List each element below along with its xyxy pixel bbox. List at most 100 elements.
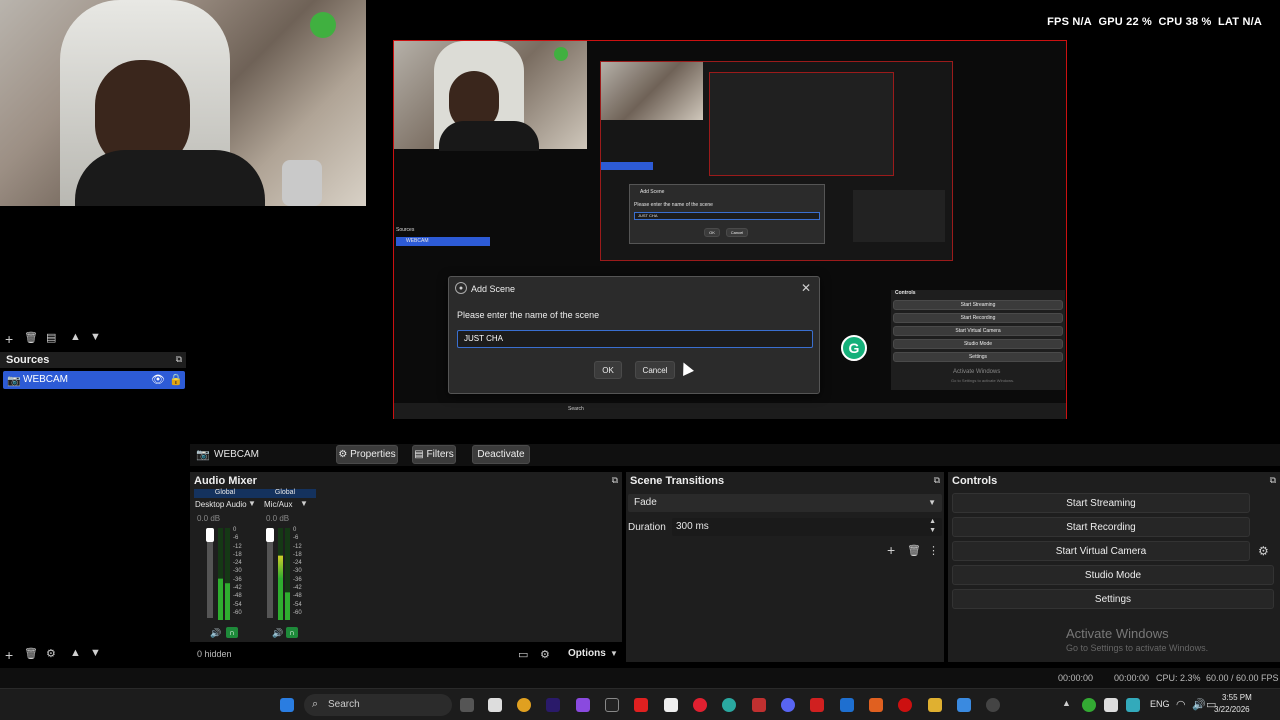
sources-toolbar: + 🗑 ⚙ ▲ ▼ [0,646,186,663]
tray-icon[interactable] [1126,698,1140,712]
sources-header: Sources ⧉ [0,352,186,368]
camera-icon: 📷 [7,375,21,387]
undock-icon[interactable]: ⧉ [934,475,940,486]
add-source-icon[interactable]: + [5,647,13,663]
language-indicator[interactable]: ENG [1150,699,1170,709]
source-up-icon[interactable]: ▲ [70,647,81,659]
speaker-icon[interactable]: 🔊 [272,628,283,639]
start-recording-button[interactable]: Start Recording [952,517,1250,537]
folder-icon[interactable] [928,698,942,712]
cpu-label: CPU [1158,16,1183,28]
edge-icon[interactable] [722,698,736,712]
app-icon[interactable] [488,698,502,712]
close-icon[interactable]: ✕ [801,281,811,295]
chevron-up-icon[interactable]: ▲ [1062,698,1071,708]
gear-icon[interactable]: ⚙ [46,647,56,660]
chevron-down-icon[interactable]: ▼ [300,499,308,508]
cpu-usage: CPU: 2.3% [1156,673,1201,683]
undock-icon[interactable]: ⧉ [612,475,618,486]
headphones-icon[interactable]: ∩ [286,627,298,638]
app-icon[interactable] [869,698,883,712]
app-icon[interactable] [898,698,912,712]
transition-select[interactable]: Fade ▼ [628,494,942,512]
layout-icon[interactable]: ▭ [518,648,528,661]
record-time: 00:00:00 [1114,673,1150,683]
filter-icon[interactable]: ▤ [46,331,56,344]
properties-button[interactable]: ⚙ Properties [336,445,398,464]
duration-label: Duration [628,522,666,533]
settings-button[interactable]: Settings [952,589,1274,609]
taskbar-search[interactable]: ⌕ Search [304,694,452,716]
channel-name: Desktop Audio [195,500,247,509]
fps-label: FPS [1047,16,1070,28]
gear-icon[interactable]: ⚙ [1258,544,1269,558]
duration-input[interactable]: 300 ms ▲ ▼ [672,518,942,536]
filters-button[interactable]: ▤ Filters [412,445,456,464]
move-down-icon[interactable]: ▼ [90,331,101,343]
app-icon[interactable] [576,698,590,712]
headphones-icon[interactable]: ∩ [226,627,238,638]
ok-button[interactable]: OK [594,361,622,379]
volume-handle[interactable] [206,528,214,542]
add-transition-icon[interactable]: + [887,542,895,558]
app-icon[interactable] [986,698,1000,712]
windows-start-icon[interactable] [280,698,294,712]
obs-icon: ● [455,282,467,294]
chevron-down-icon[interactable]: ▼ [610,649,618,658]
volume-handle[interactable] [266,528,274,542]
clock-date[interactable]: 3/22/2026 [1214,705,1250,714]
undock-icon[interactable]: ⧉ [1270,475,1276,486]
tray-icon[interactable] [1104,698,1118,712]
studio-mode-button[interactable]: Studio Mode [952,565,1274,585]
scene-transitions-title: Scene Transitions [630,475,725,487]
scene-name-input[interactable]: JUST CHA [457,330,813,348]
dialog-prompt: Please enter the name of the scene [457,310,600,320]
pinterest-icon[interactable] [693,698,707,712]
stepper-up-icon[interactable]: ▲ [929,518,936,525]
wifi-icon[interactable]: ◠ [1176,698,1186,711]
stepper-down-icon[interactable]: ▼ [929,527,936,534]
trash-icon[interactable]: 🗑 [907,544,921,557]
options-button[interactable]: Options [568,648,606,659]
preview-sources-label: Sources [396,227,415,233]
obs-taskbar-icon[interactable] [605,698,619,712]
app-icon[interactable] [957,698,971,712]
tray-icon[interactable] [1082,698,1096,712]
more-icon[interactable]: ⋮ [928,544,939,557]
gear-icon[interactable]: ⚙ [540,648,550,661]
add-scene-icon[interactable]: + [5,331,13,347]
source-down-icon[interactable]: ▼ [90,647,101,659]
trash-icon[interactable]: 🗑 [24,331,38,344]
remove-source-icon[interactable]: 🗑 [24,647,38,660]
scenes-toolbar: + 🗑 ▤ ▲ ▼ [0,330,186,347]
db-scale: 0 -6 -12 -18 -24 -30 -36 -42 -48 -54 -60 [293,527,302,616]
activate-windows-subtitle: Go to Settings to activate Windows. [1066,643,1209,653]
discord-icon[interactable] [781,698,795,712]
speaker-icon[interactable]: 🔊 [210,628,221,639]
after-effects-icon[interactable] [546,698,560,712]
chrome-icon[interactable] [517,698,531,712]
nested-taskbar: Search [394,403,1066,419]
app-icon[interactable] [752,698,766,712]
task-view-icon[interactable] [460,698,474,712]
deactivate-button[interactable]: Deactivate [472,445,530,464]
source-item-webcam[interactable]: 📷 WEBCAM 👁 🔒 [3,371,185,389]
app-icon[interactable] [840,698,854,712]
undock-icon[interactable]: ⧉ [176,354,182,365]
volume-icon[interactable]: 🔊 [1192,698,1206,711]
lock-icon[interactable]: 🔒 [169,373,183,386]
webcam-feed [0,0,366,206]
eye-icon[interactable]: 👁 [151,373,165,386]
move-up-icon[interactable]: ▲ [70,331,81,343]
channel-level: 0.0 dB [266,514,290,523]
start-virtual-camera-button[interactable]: Start Virtual Camera [952,541,1250,561]
start-streaming-button[interactable]: Start Streaming [952,493,1250,513]
store-icon[interactable] [664,698,678,712]
cancel-button[interactable]: Cancel [635,361,675,379]
clock-time[interactable]: 3:55 PM [1222,693,1252,702]
channel-level: 0.0 dB [197,514,221,523]
youtube-icon[interactable] [634,698,648,712]
app-icon[interactable] [810,698,824,712]
add-scene-dialog: ● Add Scene ✕ Please enter the name of t… [448,276,820,394]
chevron-down-icon[interactable]: ▼ [248,499,256,508]
